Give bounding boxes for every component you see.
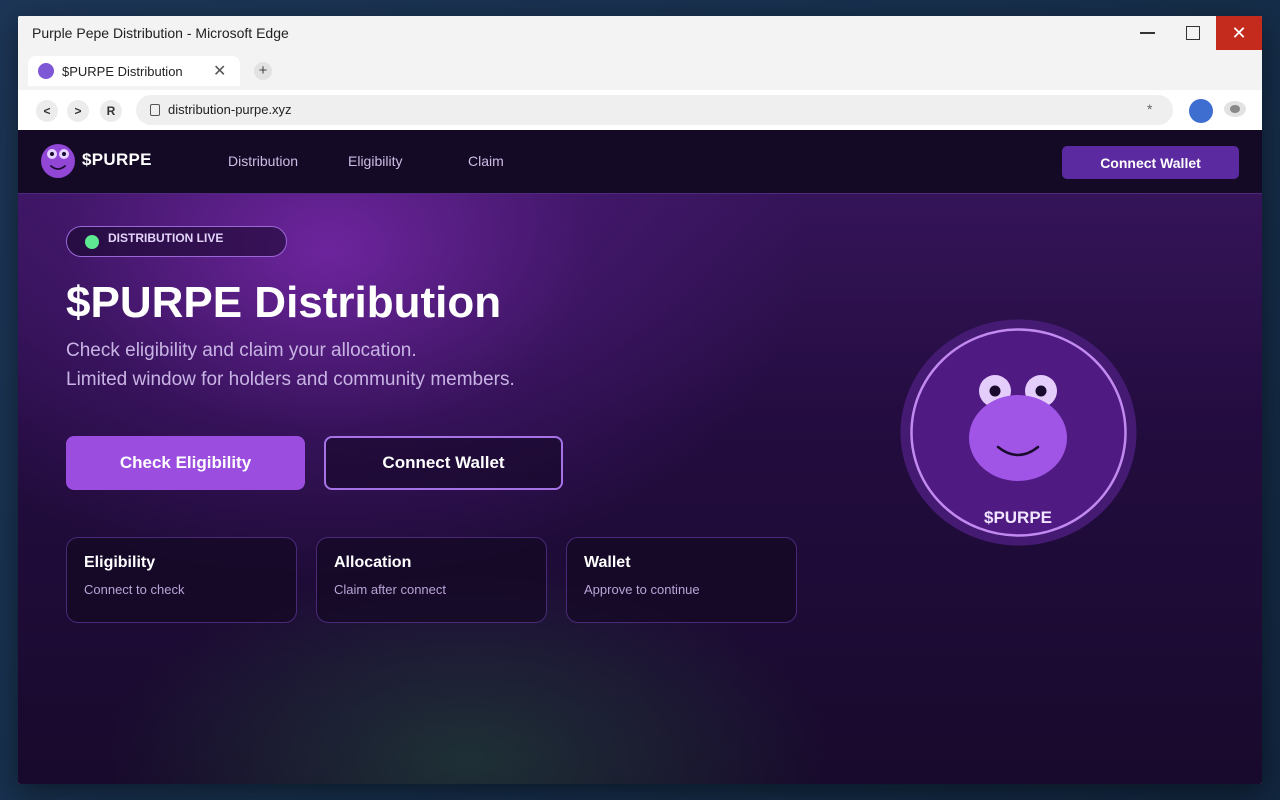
hero-subtitle-line-1: Check eligibility and claim your allocat… [66, 340, 417, 361]
allocation-card: Allocation Claim after connect [316, 537, 547, 623]
reload-button[interactable]: R [100, 100, 122, 122]
favorite-star-icon[interactable]: * [1147, 101, 1152, 117]
lock-icon [150, 104, 160, 116]
browser-tab[interactable]: $PURPE Distribution ✕ [28, 56, 240, 86]
card-subtitle: Connect to check [84, 582, 185, 597]
tab-strip: $PURPE Distribution ✕ + [18, 50, 1262, 90]
forward-button[interactable]: > [67, 100, 89, 122]
tab-close-icon[interactable]: ✕ [213, 61, 226, 81]
tab-title: $PURPE Distribution [62, 63, 183, 79]
minimize-button[interactable] [1124, 16, 1170, 50]
nav-distribution[interactable]: Distribution [228, 153, 298, 169]
connect-wallet-button[interactable]: Connect Wallet [324, 436, 563, 490]
header-connect-wallet-button[interactable]: Connect Wallet [1062, 146, 1239, 179]
card-title: Eligibility [84, 554, 156, 571]
check-eligibility-button[interactable]: Check Eligibility [66, 436, 305, 490]
status-dot-icon [85, 235, 99, 249]
card-subtitle: Claim after connect [334, 582, 446, 597]
coin-label: $PURPE [984, 508, 1052, 527]
minimize-icon [1139, 32, 1155, 34]
badge-label: DISTRIBUTION LIVE [108, 231, 224, 245]
window-title: Purple Pepe Distribution - Microsoft Edg… [32, 25, 289, 41]
logo-text[interactable]: $PURPE [82, 150, 152, 170]
card-subtitle: Approve to continue [584, 582, 700, 597]
card-title: Allocation [334, 554, 412, 571]
site-header: $PURPE Distribution Eligibility Claim Co… [18, 130, 1262, 194]
page-title: $PURPE Distribution [66, 278, 502, 327]
wallet-card: Wallet Approve to continue [566, 537, 797, 623]
url-text: distribution-purpe.xyz [168, 102, 292, 117]
distribution-live-badge: DISTRIBUTION LIVE [66, 226, 287, 257]
card-title: Wallet [584, 554, 631, 571]
back-button[interactable]: < [36, 100, 58, 122]
nav-eligibility[interactable]: Eligibility [348, 153, 402, 169]
favicon-icon [38, 63, 54, 79]
profile-avatar[interactable] [1189, 99, 1213, 123]
hero-subtitle-line-2: Limited window for holders and community… [66, 369, 515, 390]
web-page: $PURPE Distribution Eligibility Claim Co… [18, 130, 1262, 784]
pepe-logo-icon[interactable] [40, 143, 76, 179]
extension-icon[interactable] [1224, 101, 1246, 117]
new-tab-button[interactable]: + [254, 62, 272, 80]
close-window-button[interactable]: ✕ [1216, 16, 1262, 50]
browser-toolbar: < > R distribution-purpe.xyz * [18, 90, 1262, 130]
pepe-frog-coin-icon: $PURPE [900, 319, 1137, 546]
address-bar[interactable]: distribution-purpe.xyz * [136, 95, 1173, 125]
nav-claim[interactable]: Claim [468, 153, 504, 169]
browser-window: Purple Pepe Distribution - Microsoft Edg… [18, 16, 1262, 784]
title-bar: Purple Pepe Distribution - Microsoft Edg… [18, 16, 1262, 50]
maximize-button[interactable] [1170, 16, 1216, 50]
close-icon: ✕ [1231, 22, 1247, 43]
maximize-icon [1186, 26, 1200, 40]
eligibility-card: Eligibility Connect to check [66, 537, 297, 623]
